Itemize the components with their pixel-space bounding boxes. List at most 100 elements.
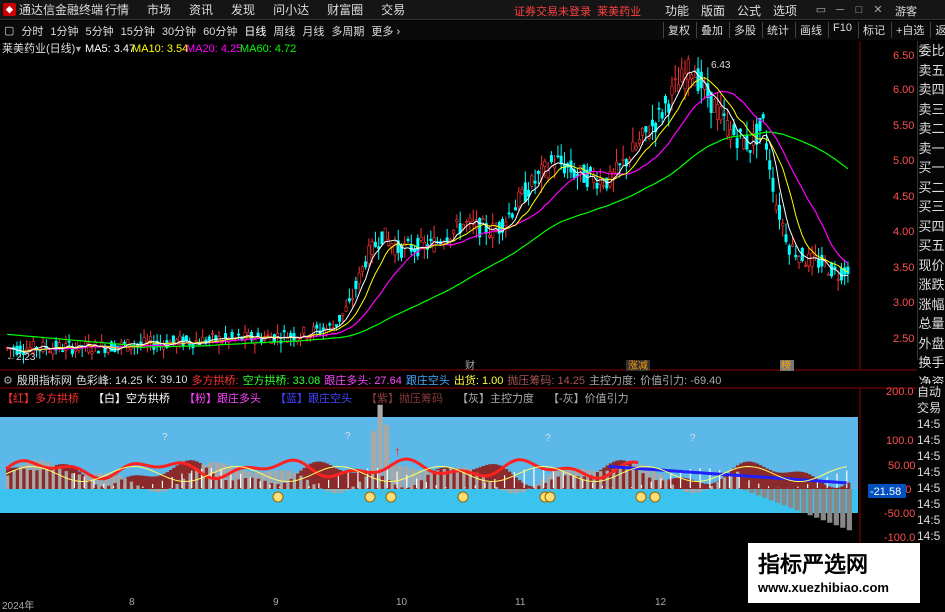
- legend-gray2: 【-灰】价值引力: [548, 390, 629, 404]
- tf-daily[interactable]: 日线: [244, 23, 266, 39]
- label-buy1: 买一: [918, 158, 945, 178]
- close-icon[interactable]: ✕: [870, 3, 886, 17]
- candle: [518, 192, 520, 207]
- indicator-settings-icon[interactable]: ⚙: [3, 374, 13, 387]
- x-tick: 11: [515, 597, 525, 608]
- label-change: 涨跌: [918, 275, 945, 295]
- candle: [329, 324, 331, 325]
- candle: [651, 120, 653, 126]
- marker-zhangjian: 涨减: [628, 360, 648, 372]
- label-outer: 外盘: [918, 334, 945, 354]
- watermark-box: 指标严选网 www.xuezhibiao.com: [748, 543, 920, 603]
- ind-area: [351, 473, 355, 489]
- menu-news[interactable]: 资讯: [189, 1, 213, 18]
- candle: [348, 298, 350, 301]
- menu-trade[interactable]: 交易: [381, 1, 405, 18]
- minimize-icon[interactable]: ─: [832, 3, 848, 17]
- chart-area[interactable]: 6.50 6.00 5.50 5.00 4.50 4.00 3.50 3.00 …: [0, 41, 917, 597]
- ind-kfgq: 空方拱桥: 33.08: [243, 372, 321, 388]
- ind-seg: 色彩峰: 14.25: [76, 372, 143, 388]
- ind-area: [42, 469, 46, 489]
- candle: [687, 59, 689, 79]
- maximize-icon[interactable]: □: [851, 3, 867, 17]
- menu-options[interactable]: 选项: [773, 2, 797, 19]
- btn-mark[interactable]: 标记: [858, 22, 889, 38]
- ma60-label: MA60: 4.72: [240, 43, 296, 55]
- candle: [231, 332, 233, 337]
- ind-area: [834, 488, 838, 489]
- menu-function[interactable]: 功能: [665, 2, 689, 19]
- login-notice[interactable]: 证券交易未登录 莱美药业: [514, 3, 641, 19]
- candle: [791, 244, 793, 246]
- question-icon: ?: [545, 433, 551, 444]
- btn-add-watch[interactable]: +自选: [891, 22, 928, 38]
- candle: [733, 125, 735, 135]
- ind-area: [166, 472, 170, 489]
- ind-area: [840, 486, 844, 489]
- candle: [534, 181, 536, 183]
- label-sell4: 卖四: [918, 80, 945, 100]
- candle: [195, 340, 197, 341]
- btn-overlay[interactable]: 叠加: [696, 22, 727, 38]
- candle: [465, 222, 467, 223]
- btn-stats[interactable]: 统计: [762, 22, 793, 38]
- guest-label[interactable]: 游客: [895, 3, 917, 19]
- candle: [449, 239, 451, 241]
- ind-jzyl: 价值引力: -69.40: [640, 372, 721, 388]
- menu-formula[interactable]: 公式: [737, 2, 761, 19]
- ind-bar: [808, 489, 813, 515]
- money-bag-icon: [386, 492, 396, 502]
- tf-multi[interactable]: 多周期: [331, 23, 364, 39]
- sidebar-toggle-icon[interactable]: ▢: [4, 24, 14, 37]
- btn-draw[interactable]: 画线: [795, 22, 826, 38]
- btn-fuquan[interactable]: 复权: [663, 22, 694, 38]
- candle: [224, 333, 226, 337]
- candle: [355, 281, 357, 289]
- price-tick: 3.50: [893, 262, 914, 274]
- ind-dfgq: 多方拱桥:: [192, 372, 239, 388]
- menu-community[interactable]: 财富圈: [327, 1, 363, 18]
- tf-weekly[interactable]: 周线: [273, 23, 295, 39]
- tf-30min[interactable]: 30分钟: [162, 23, 196, 39]
- candle: [664, 96, 666, 103]
- menu-market[interactable]: 市场: [147, 1, 171, 18]
- price-axis: 6.50 6.00 5.50 5.00 4.50 4.00 3.50 3.00 …: [893, 50, 914, 345]
- time-entry: 14:5: [917, 512, 945, 528]
- menu-hq[interactable]: 行情: [105, 1, 129, 18]
- ind-bar: [782, 489, 787, 505]
- candle: [303, 327, 305, 333]
- ind-area: [381, 476, 385, 489]
- tf-60min[interactable]: 60分钟: [203, 23, 237, 39]
- tf-monthly[interactable]: 月线: [302, 23, 324, 39]
- candle: [456, 219, 458, 221]
- menu-layout[interactable]: 版面: [701, 2, 725, 19]
- ind-bar: [769, 489, 774, 500]
- tf-15min[interactable]: 15分钟: [121, 23, 155, 39]
- ind-area: [29, 470, 33, 489]
- candle: [749, 150, 751, 152]
- btn-f10[interactable]: F10: [828, 22, 856, 38]
- price-tick: 2.50: [893, 333, 914, 345]
- candle: [622, 159, 624, 160]
- tf-1min[interactable]: 1分钟: [50, 23, 78, 39]
- candle: [635, 146, 637, 149]
- btn-multistock[interactable]: 多股: [729, 22, 760, 38]
- candle: [788, 246, 790, 255]
- candle: [68, 341, 70, 342]
- menu-ask[interactable]: 问小达: [273, 1, 309, 18]
- price-tick: 3.00: [893, 297, 914, 309]
- ind-gzkt: 跟庄空头: [406, 372, 450, 388]
- menu-discover[interactable]: 发现: [231, 1, 255, 18]
- ind-area: [694, 481, 698, 489]
- candle: [505, 222, 507, 226]
- low-price-label: ←2.23: [6, 352, 36, 363]
- candle: [668, 104, 670, 112]
- btn-back[interactable]: 返回: [930, 22, 945, 38]
- tf-more[interactable]: 更多 ›: [371, 23, 400, 39]
- chart-settings-icon[interactable]: ▼: [74, 44, 83, 54]
- restore-icon[interactable]: ▭: [813, 3, 829, 17]
- tf-fenshi[interactable]: 分时: [21, 23, 43, 39]
- label-buy4: 买四: [918, 217, 945, 237]
- candle: [641, 128, 643, 135]
- tf-5min[interactable]: 5分钟: [86, 23, 114, 39]
